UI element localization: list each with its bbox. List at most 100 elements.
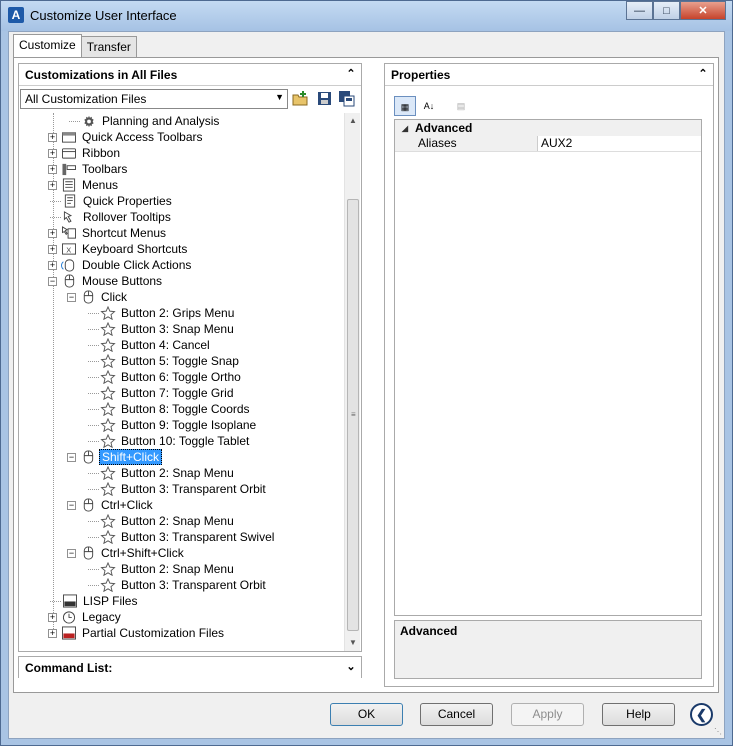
tree-branch-line [88, 521, 99, 522]
tree-node[interactable]: Rollover Tooltips [62, 209, 173, 225]
autocad-logo-icon: A [8, 7, 24, 23]
tree-item-label: Quick Properties [83, 194, 172, 208]
tree-leaf-item[interactable]: Button 10: Toggle Tablet [100, 433, 251, 449]
tree-item-label: Button 3: Transparent Swivel [121, 530, 275, 544]
property-category[interactable]: ◢ Advanced [395, 120, 701, 136]
tree-leaf-item[interactable]: Button 2: Snap Menu [100, 465, 236, 481]
tree-node[interactable]: LISP Files [62, 593, 139, 609]
collapse-chevron-icon[interactable]: ⌃ [696, 67, 710, 81]
toolbars-icon [62, 163, 76, 176]
tree-leaf-item[interactable]: Button 5: Toggle Snap [100, 353, 241, 369]
tree-node[interactable]: + X Keyboard Shortcuts [48, 241, 189, 257]
mouse-icon [83, 498, 94, 512]
expand-plus-icon[interactable]: + [48, 180, 57, 190]
tree-vertical-scrollbar[interactable]: ▲ ≡ ▼ [344, 113, 360, 651]
customizations-panel-header[interactable]: Customizations in All Files ⌃ [19, 64, 361, 86]
maximize-button[interactable]: □ [653, 1, 680, 20]
expand-plus-icon[interactable]: + [48, 260, 57, 270]
sort-alphabetical-icon[interactable]: A↓ [418, 96, 440, 116]
collapse-minus-icon[interactable]: − [48, 276, 57, 286]
property-row[interactable]: Aliases AUX2 [395, 136, 701, 152]
save-as-icon[interactable] [338, 90, 355, 107]
expand-plus-icon[interactable]: + [48, 612, 57, 622]
collapse-minus-icon[interactable]: − [67, 452, 76, 462]
minimize-button[interactable]: — [626, 1, 653, 20]
expand-plus-icon[interactable]: + [48, 628, 57, 638]
tree-branch-line [88, 425, 99, 426]
scroll-down-icon[interactable]: ▼ [345, 635, 361, 651]
customization-tree[interactable]: Planning and Analysis + Quick Access Toolb… [20, 113, 344, 649]
tree-leaf-item[interactable]: Button 3: Transparent Orbit [100, 577, 268, 593]
title-bar[interactable]: A Customize User Interface — □ ✕ [1, 1, 732, 31]
tree-node[interactable]: + Shortcut Menus [48, 225, 168, 241]
expand-plus-icon[interactable]: + [48, 244, 57, 254]
tree-leaf-item[interactable]: Button 2: Snap Menu [100, 561, 236, 577]
tree-node[interactable]: Planning and Analysis [81, 113, 221, 129]
tree-item-label: Button 3: Snap Menu [121, 322, 234, 336]
close-button[interactable]: ✕ [680, 1, 726, 20]
expand-plus-icon[interactable]: + [48, 164, 57, 174]
tree-node[interactable]: − Ctrl+Click [67, 497, 155, 513]
open-file-icon[interactable] [292, 90, 309, 107]
tree-leaf-item[interactable]: Button 7: Toggle Grid [100, 385, 236, 401]
tree-node[interactable]: − Click [67, 289, 129, 305]
tree-item-label: Button 8: Toggle Coords [121, 402, 250, 416]
collapse-dialog-icon[interactable]: ❮ [690, 703, 713, 726]
tree-branch-line [88, 329, 99, 330]
tree-leaf-item[interactable]: Button 9: Toggle Isoplane [100, 417, 258, 433]
save-icon[interactable] [316, 90, 333, 107]
tree-node[interactable]: + Toolbars [48, 161, 129, 177]
ok-button[interactable]: OK [330, 703, 403, 726]
tab-transfer[interactable]: Transfer [80, 36, 137, 57]
scroll-thumb[interactable]: ≡ [347, 199, 359, 631]
collapse-minus-icon[interactable]: − [67, 292, 76, 302]
tree-leaf-item[interactable]: Button 6: Toggle Ortho [100, 369, 243, 385]
tree-node[interactable]: − Shift+Click [67, 449, 163, 465]
mouse-icon [83, 546, 94, 560]
expand-plus-icon[interactable]: + [48, 148, 57, 158]
tree-leaf-item[interactable]: Button 8: Toggle Coords [100, 401, 252, 417]
scroll-up-icon[interactable]: ▲ [345, 113, 361, 129]
tree-node[interactable]: + Menus [48, 177, 120, 193]
tree-leaf-item[interactable]: Button 3: Transparent Orbit [100, 481, 268, 497]
collapse-triangle-icon[interactable]: ◢ [395, 124, 415, 133]
gear-icon [84, 115, 94, 128]
tree-leaf-item[interactable]: Button 3: Transparent Swivel [100, 529, 276, 545]
property-pages-icon[interactable]: ▤ [450, 96, 472, 116]
tab-customize[interactable]: Customize [13, 34, 82, 57]
tree-node[interactable]: + Double Click Actions [48, 257, 193, 273]
tree-node[interactable]: + Partial Customization Files [48, 625, 226, 641]
tree-node[interactable]: + Quick Access Toolbars [48, 129, 205, 145]
collapse-minus-icon[interactable]: − [67, 548, 76, 558]
collapse-minus-icon[interactable]: − [67, 500, 76, 510]
tree-node[interactable]: − Ctrl+Shift+Click [67, 545, 186, 561]
tree-leaf-item[interactable]: Button 4: Cancel [100, 337, 212, 353]
expand-plus-icon[interactable]: + [48, 228, 57, 238]
tree-leaf-item[interactable]: Button 2: Grips Menu [100, 305, 236, 321]
help-button[interactable]: Help [602, 703, 675, 726]
tree-node[interactable]: + Legacy [48, 609, 123, 625]
star-icon [100, 402, 116, 416]
tree-node[interactable]: Quick Properties [62, 193, 174, 209]
resize-grip-icon[interactable]: ⋱ [714, 727, 722, 736]
properties-panel-header[interactable]: Properties ⌃ [385, 64, 713, 86]
categorized-icon[interactable]: ▦ [394, 96, 416, 116]
tree-item-label: Mouse Buttons [82, 274, 163, 288]
expand-plus-icon[interactable]: + [48, 132, 57, 142]
apply-button[interactable]: Apply [511, 703, 584, 726]
tree-node[interactable]: − Mouse Buttons [48, 273, 164, 289]
cancel-button[interactable]: Cancel [420, 703, 493, 726]
property-value[interactable]: AUX2 [538, 136, 572, 151]
star-icon [100, 562, 116, 576]
tree-item-label: Quick Access Toolbars [82, 130, 203, 144]
star-icon [100, 418, 116, 432]
tree-item-label: Button 6: Toggle Ortho [121, 370, 241, 384]
tree-leaf-item[interactable]: Button 2: Snap Menu [100, 513, 236, 529]
tree-branch-line [50, 601, 61, 602]
customization-file-dropdown[interactable]: All Customization Files ▼ [20, 89, 288, 109]
tree-leaf-item[interactable]: Button 3: Snap Menu [100, 321, 236, 337]
expand-chevron-icon[interactable]: ⌄ [344, 660, 358, 674]
tree-node[interactable]: + Ribbon [48, 145, 122, 161]
collapse-chevron-icon[interactable]: ⌃ [344, 67, 358, 81]
command-list-panel[interactable]: Command List: ⌄ [18, 656, 362, 679]
